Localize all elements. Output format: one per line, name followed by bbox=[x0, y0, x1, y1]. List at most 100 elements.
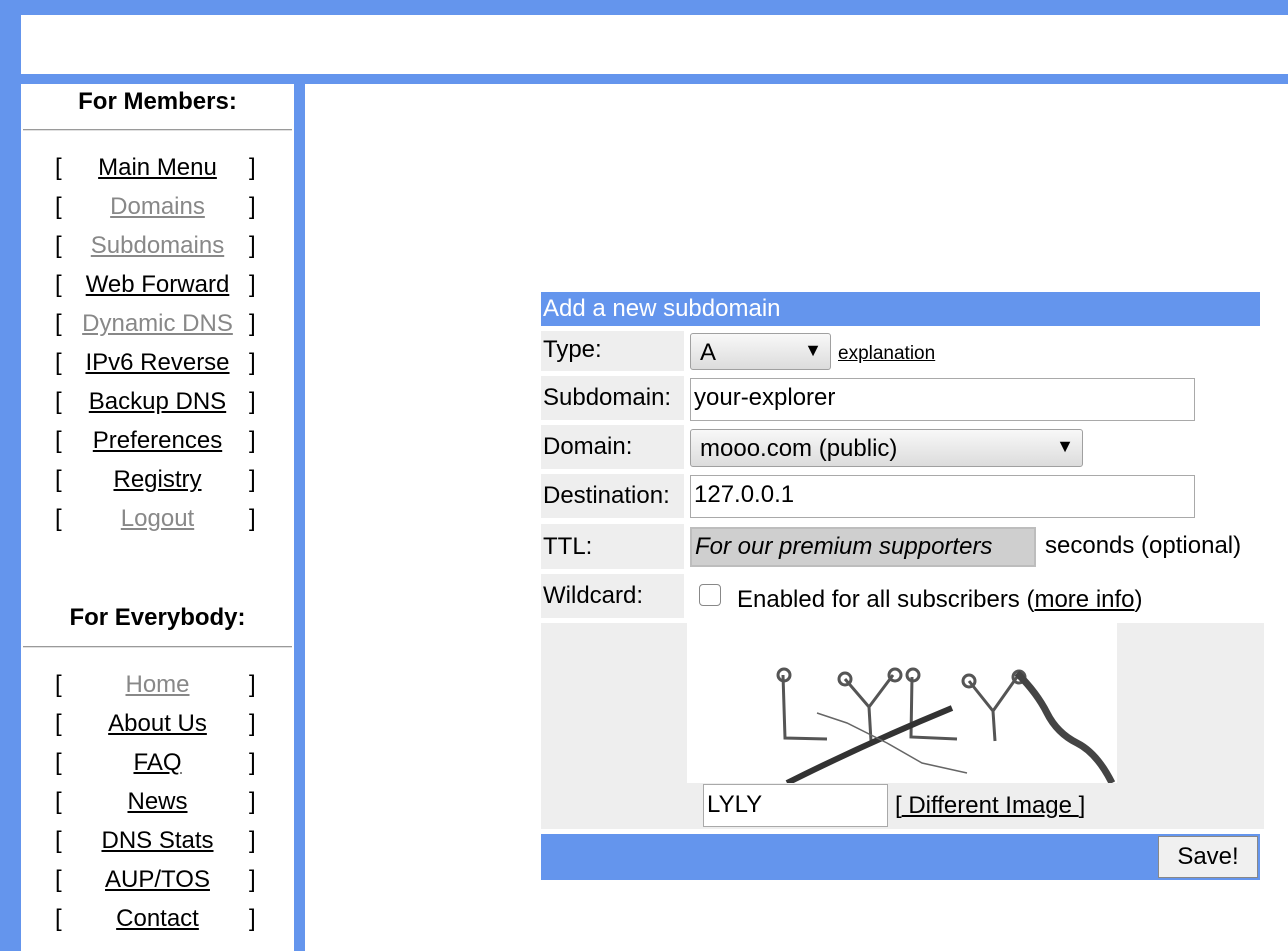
type-select-value: A bbox=[700, 339, 717, 366]
nav-item-home: [Home] bbox=[21, 671, 294, 710]
chevron-down-icon: ▼ bbox=[804, 340, 822, 360]
nav-item-contact: [Contact] bbox=[21, 905, 294, 944]
bracket-close: ] bbox=[249, 671, 256, 698]
nav-link[interactable]: Registry bbox=[66, 466, 249, 494]
nav-link[interactable]: FAQ bbox=[66, 749, 249, 777]
nav-item-dynamic-dns: [Dynamic DNS] bbox=[21, 310, 294, 349]
wildcard-text-before: Enabled for all subscribers ( bbox=[737, 586, 1035, 613]
save-bar: Save! bbox=[541, 834, 1260, 880]
nav-link[interactable]: Domains bbox=[66, 193, 249, 221]
bracket-close: ] bbox=[249, 827, 256, 854]
bracket-close: ] bbox=[249, 710, 256, 737]
bracket-open: [ bbox=[55, 505, 62, 532]
bracket-open: [ bbox=[55, 154, 62, 181]
destination-input[interactable]: 127.0.0.1 bbox=[690, 475, 1195, 518]
sidebar: For Members: [Main Menu][Domains][Subdom… bbox=[21, 84, 294, 951]
save-button[interactable]: Save! bbox=[1158, 836, 1258, 878]
bracket-close: ] bbox=[249, 154, 256, 181]
nav-item-faq: [FAQ] bbox=[21, 749, 294, 788]
nav-link[interactable]: Web Forward bbox=[66, 271, 249, 299]
different-image: [ Different Image ] bbox=[895, 792, 1085, 820]
nav-item-dns-stats: [DNS Stats] bbox=[21, 827, 294, 866]
bracket-open: [ bbox=[55, 466, 62, 493]
domain-label: Domain: bbox=[541, 425, 684, 469]
bracket-close: ] bbox=[249, 427, 256, 454]
nav-item-preferences: [Preferences] bbox=[21, 427, 294, 466]
destination-label: Destination: bbox=[541, 474, 684, 518]
type-label: Type: bbox=[541, 331, 684, 371]
nav-link[interactable]: Subdomains bbox=[66, 232, 249, 260]
nav-link[interactable]: Main Menu bbox=[66, 154, 249, 182]
captcha-image bbox=[687, 623, 1117, 786]
nav-link[interactable]: Preferences bbox=[66, 427, 249, 455]
nav-link[interactable]: DNS Stats bbox=[66, 827, 249, 855]
subdomain-input[interactable]: your-explorer bbox=[690, 378, 1195, 421]
sidebar-separator-bar bbox=[294, 84, 305, 951]
bracket-open: [ bbox=[55, 388, 62, 415]
captcha-area: LYLY [ Different Image ] bbox=[541, 623, 1264, 829]
captcha-input[interactable]: LYLY bbox=[703, 784, 888, 827]
nav-item-domains: [Domains] bbox=[21, 193, 294, 232]
members-heading: For Members: bbox=[78, 88, 237, 115]
wildcard-description: Enabled for all subscribers (more info) bbox=[737, 586, 1143, 614]
bracket-open: [ bbox=[55, 827, 62, 854]
wildcard-checkbox[interactable] bbox=[699, 584, 721, 606]
type-select[interactable]: A ▼ bbox=[690, 333, 831, 370]
everybody-divider bbox=[23, 646, 292, 648]
different-image-open: [ bbox=[895, 792, 902, 819]
left-frame-bar bbox=[0, 0, 21, 951]
header-separator-bar bbox=[21, 74, 1288, 84]
bracket-open: [ bbox=[55, 905, 62, 932]
nav-item-web-forward: [Web Forward] bbox=[21, 271, 294, 310]
bracket-open: [ bbox=[55, 866, 62, 893]
nav-item-aup-tos: [AUP/TOS] bbox=[21, 866, 294, 905]
bracket-close: ] bbox=[249, 905, 256, 932]
bracket-open: [ bbox=[55, 349, 62, 376]
bracket-close: ] bbox=[249, 193, 256, 220]
nav-item-logout: [Logout] bbox=[21, 505, 294, 544]
bracket-close: ] bbox=[249, 466, 256, 493]
ttl-label: TTL: bbox=[541, 524, 684, 569]
wildcard-label: Wildcard: bbox=[541, 574, 684, 618]
bracket-open: [ bbox=[55, 310, 62, 337]
nav-link[interactable]: Home bbox=[66, 671, 249, 699]
nav-item-backup-dns: [Backup DNS] bbox=[21, 388, 294, 427]
nav-link[interactable]: IPv6 Reverse bbox=[66, 349, 249, 377]
bracket-close: ] bbox=[249, 788, 256, 815]
bracket-open: [ bbox=[55, 788, 62, 815]
bracket-open: [ bbox=[55, 271, 62, 298]
different-image-close: ] bbox=[1078, 792, 1086, 819]
bracket-close: ] bbox=[249, 388, 256, 415]
everybody-heading: For Everybody: bbox=[69, 604, 246, 631]
nav-link[interactable]: Logout bbox=[66, 505, 249, 533]
nav-item-about-us: [About Us] bbox=[21, 710, 294, 749]
nav-item-registry: [Registry] bbox=[21, 466, 294, 505]
bracket-open: [ bbox=[55, 232, 62, 259]
header-area bbox=[21, 15, 1288, 74]
bracket-close: ] bbox=[249, 866, 256, 893]
bracket-close: ] bbox=[249, 271, 256, 298]
form-title: Add a new subdomain bbox=[541, 292, 1260, 326]
domain-select-value: mooo.com (public) bbox=[700, 435, 898, 462]
nav-link[interactable]: News bbox=[66, 788, 249, 816]
nav-link[interactable]: Contact bbox=[66, 905, 249, 933]
top-frame-bar bbox=[0, 0, 1288, 15]
nav-item-news: [News] bbox=[21, 788, 294, 827]
members-divider bbox=[23, 129, 292, 131]
different-image-link[interactable]: Different Image bbox=[902, 792, 1079, 819]
nav-link[interactable]: Dynamic DNS bbox=[66, 310, 249, 338]
nav-item-subdomains: [Subdomains] bbox=[21, 232, 294, 271]
wildcard-text-after: ) bbox=[1134, 586, 1143, 613]
domain-select[interactable]: mooo.com (public) ▼ bbox=[690, 429, 1083, 467]
bracket-open: [ bbox=[55, 427, 62, 454]
bracket-open: [ bbox=[55, 193, 62, 220]
bracket-close: ] bbox=[249, 749, 256, 776]
ttl-suffix: seconds (optional) bbox=[1045, 532, 1242, 559]
bracket-close: ] bbox=[249, 232, 256, 259]
nav-link[interactable]: AUP/TOS bbox=[66, 866, 249, 894]
nav-link[interactable]: Backup DNS bbox=[66, 388, 249, 416]
bracket-open: [ bbox=[55, 671, 62, 698]
nav-link[interactable]: About Us bbox=[66, 710, 249, 738]
more-info-link[interactable]: more info bbox=[1034, 586, 1134, 613]
explanation-link[interactable]: explanation bbox=[838, 343, 935, 365]
